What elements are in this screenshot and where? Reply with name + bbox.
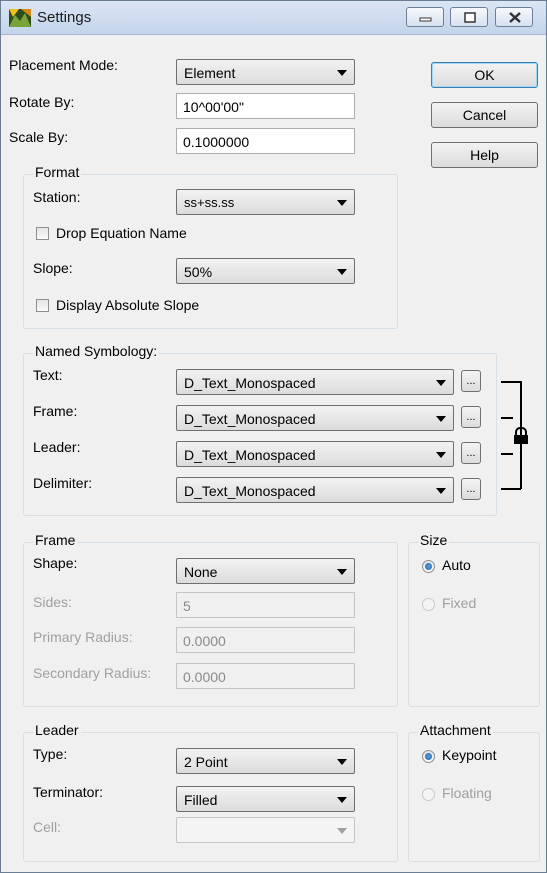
chevron-down-icon: [337, 828, 347, 834]
leader-type-label: Type:: [33, 746, 68, 762]
station-select[interactable]: ss+ss.ss: [176, 189, 355, 215]
size-fixed-label: Fixed: [442, 595, 477, 611]
minimize-icon: [419, 17, 432, 22]
attachment-keypoint-label: Keypoint: [442, 747, 497, 763]
lock-bracket-top: [501, 381, 521, 383]
symbology-text-label: Text:: [33, 367, 63, 383]
frame-shape-value: None: [184, 564, 218, 580]
symbology-delimiter-select[interactable]: D_Text_Monospaced: [176, 477, 454, 503]
size-auto-label: Auto: [442, 557, 471, 573]
primary-radius-label: Primary Radius:: [33, 629, 133, 645]
chevron-down-icon: [337, 759, 347, 765]
frame-sides-input[interactable]: 5: [176, 592, 355, 618]
attachment-legend: Attachment: [418, 722, 493, 738]
secondary-radius-value: 0.0000: [183, 669, 226, 685]
slope-value: 50%: [184, 264, 213, 280]
help-button[interactable]: Help: [431, 142, 538, 168]
attachment-keypoint-radio[interactable]: [422, 750, 435, 763]
symbology-frame-select[interactable]: D_Text_Monospaced: [176, 405, 454, 431]
chevron-down-icon: [337, 70, 347, 76]
cell-select[interactable]: [176, 817, 355, 843]
terminator-label: Terminator:: [33, 784, 104, 800]
named-symbology-legend: Named Symbology:: [33, 343, 160, 359]
symbology-leader-label: Leader:: [33, 439, 81, 455]
rotate-by-input[interactable]: 10^00'00": [176, 93, 355, 119]
symbology-text-browse-button[interactable]: ...: [461, 370, 481, 392]
secondary-radius-input[interactable]: 0.0000: [176, 663, 355, 689]
close-icon: [509, 12, 521, 23]
symbology-text-value: D_Text_Monospaced: [184, 375, 316, 391]
chevron-down-icon: [436, 380, 446, 386]
attachment-floating-radio[interactable]: [422, 788, 435, 801]
settings-window: Settings Placement Mode: Element Rotate …: [0, 0, 547, 873]
symbology-frame-value: D_Text_Monospaced: [184, 411, 316, 427]
symbology-delimiter-label: Delimiter:: [33, 475, 93, 491]
slope-select[interactable]: 50%: [176, 258, 355, 284]
cell-label: Cell:: [33, 819, 62, 835]
cancel-button[interactable]: Cancel: [431, 102, 538, 128]
rotate-by-value: 10^00'00": [183, 99, 244, 115]
symbology-delimiter-value: D_Text_Monospaced: [184, 483, 316, 499]
lock-bracket-leader-tick: [501, 453, 513, 455]
maximize-icon: [464, 12, 476, 23]
minimize-button[interactable]: [406, 7, 444, 27]
primary-radius-input[interactable]: 0.0000: [176, 627, 355, 653]
frame-legend: Frame: [33, 532, 78, 548]
symbology-leader-select[interactable]: D_Text_Monospaced: [176, 441, 454, 467]
station-label: Station:: [33, 189, 81, 205]
frame-sides-label: Sides:: [33, 594, 72, 610]
symbology-frame-label: Frame:: [33, 403, 78, 419]
frame-shape-select[interactable]: None: [176, 558, 355, 584]
placement-mode-label: Placement Mode:: [9, 57, 118, 73]
primary-radius-value: 0.0000: [183, 633, 226, 649]
terminator-select[interactable]: Filled: [176, 786, 355, 812]
chevron-down-icon: [436, 416, 446, 422]
placement-mode-value: Element: [184, 65, 236, 81]
station-value: ss+ss.ss: [184, 195, 235, 210]
drop-equation-name-label: Drop Equation Name: [56, 225, 187, 241]
chevron-down-icon: [337, 797, 347, 803]
leader-type-select[interactable]: 2 Point: [176, 748, 355, 774]
symbology-text-select[interactable]: D_Text_Monospaced: [176, 369, 454, 395]
leader-legend: Leader: [33, 722, 81, 738]
scale-by-label: Scale By:: [9, 129, 69, 145]
lock-bracket-bottom: [501, 488, 521, 490]
slope-label: Slope:: [33, 260, 73, 276]
chevron-down-icon: [436, 488, 446, 494]
symbology-delimiter-browse-button[interactable]: ...: [461, 478, 481, 500]
scale-by-value: 0.1000000: [183, 134, 250, 150]
chevron-down-icon: [337, 269, 347, 275]
secondary-radius-label: Secondary Radius:: [33, 665, 152, 681]
format-legend: Format: [33, 164, 82, 180]
chevron-down-icon: [337, 569, 347, 575]
placement-mode-select[interactable]: Element: [176, 59, 355, 85]
ok-button[interactable]: OK: [431, 62, 538, 88]
symbology-frame-browse-button[interactable]: ...: [461, 406, 481, 428]
leader-type-value: 2 Point: [184, 754, 228, 770]
display-absolute-slope-checkbox[interactable]: [36, 299, 49, 312]
attachment-floating-label: Floating: [442, 785, 492, 801]
drop-equation-name-checkbox[interactable]: [36, 227, 49, 240]
size-legend: Size: [418, 532, 450, 548]
lock-icon[interactable]: [512, 427, 530, 445]
title-bar[interactable]: Settings: [1, 1, 546, 35]
symbology-leader-value: D_Text_Monospaced: [184, 447, 316, 463]
rotate-by-label: Rotate By:: [9, 94, 75, 110]
scale-by-input[interactable]: 0.1000000: [176, 128, 355, 154]
close-button[interactable]: [495, 7, 533, 27]
maximize-button[interactable]: [450, 7, 488, 27]
symbology-leader-browse-button[interactable]: ...: [461, 442, 481, 464]
size-fixed-radio[interactable]: [422, 598, 435, 611]
size-auto-radio[interactable]: [422, 560, 435, 573]
window-title: Settings: [37, 9, 92, 26]
frame-sides-value: 5: [183, 598, 191, 614]
chevron-down-icon: [436, 452, 446, 458]
lock-bracket-frame-tick: [501, 417, 513, 419]
settings-app-icon: [9, 9, 31, 27]
display-absolute-slope-label: Display Absolute Slope: [56, 297, 200, 313]
chevron-down-icon: [337, 200, 347, 206]
frame-shape-label: Shape:: [33, 555, 78, 571]
terminator-value: Filled: [184, 792, 218, 808]
